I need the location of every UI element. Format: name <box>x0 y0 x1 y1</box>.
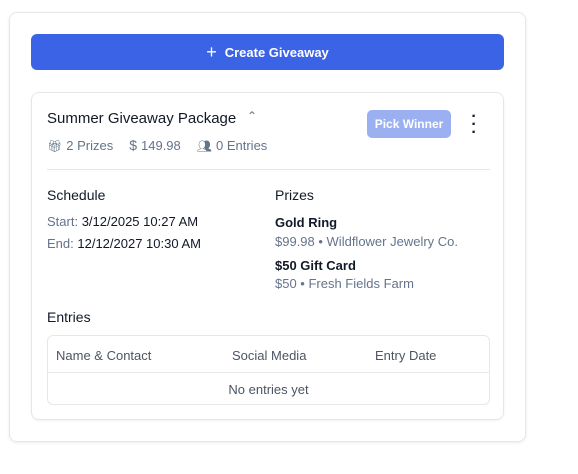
prize-name: Gold Ring <box>275 215 338 230</box>
prizes-count: 2 Prizes <box>66 137 114 153</box>
giveaway-title: Summer Giveaway Package <box>47 110 237 127</box>
entries-table: Name & Contact Social Media Entry Date N… <box>47 335 490 405</box>
more-options-icon[interactable]: · · · <box>466 109 482 141</box>
giveaway-meta: 🎁︎ 2 Prizes $149.98 👥︎ 0 Entries <box>47 137 267 153</box>
start-label: Start: <box>47 214 79 229</box>
prize-name: $50 Gift Card <box>275 258 356 273</box>
prize-detail: $50 • Fresh Fields Farm <box>275 276 414 291</box>
empty-state: No entries yet <box>228 382 309 397</box>
pick-winner-button[interactable]: Pick Winner <box>367 110 451 138</box>
giveaway-card: Summer Giveaway Package ⌃ 🎁︎ 2 Prizes $14… <box>31 92 504 420</box>
create-giveaway-button[interactable]: + Create Giveaway <box>31 34 504 70</box>
divider <box>47 169 490 170</box>
schedule-heading: Schedule <box>47 187 106 203</box>
schedule-start: Start: 3/12/2025 10:27 AM <box>47 214 198 229</box>
entries-count: 0 Entries <box>216 137 268 153</box>
create-giveaway-label: Create Giveaway <box>224 44 329 60</box>
plus-icon: + <box>206 42 217 62</box>
column-header: Entry Date <box>375 348 437 363</box>
gift-icon: 🎁︎ <box>47 138 63 153</box>
end-value: 12/12/2027 10:30 AM <box>77 236 201 251</box>
column-header: Name & Contact <box>56 348 152 363</box>
entries-heading: Entries <box>47 309 91 325</box>
divider <box>48 372 489 373</box>
dollar-icon: $ <box>129 137 137 153</box>
chevron-up-icon[interactable]: ⌃ <box>247 109 257 123</box>
start-value: 3/12/2025 10:27 AM <box>81 214 199 229</box>
total-value: 149.98 <box>141 138 181 153</box>
column-header: Social Media <box>232 348 307 363</box>
users-icon: 👥︎ <box>196 138 212 153</box>
end-label: End: <box>47 236 74 251</box>
prizes-heading: Prizes <box>275 187 314 203</box>
prize-detail: $99.98 • Wildflower Jewelry Co. <box>275 234 459 249</box>
schedule-end: End: 12/12/2027 10:30 AM <box>47 236 201 251</box>
